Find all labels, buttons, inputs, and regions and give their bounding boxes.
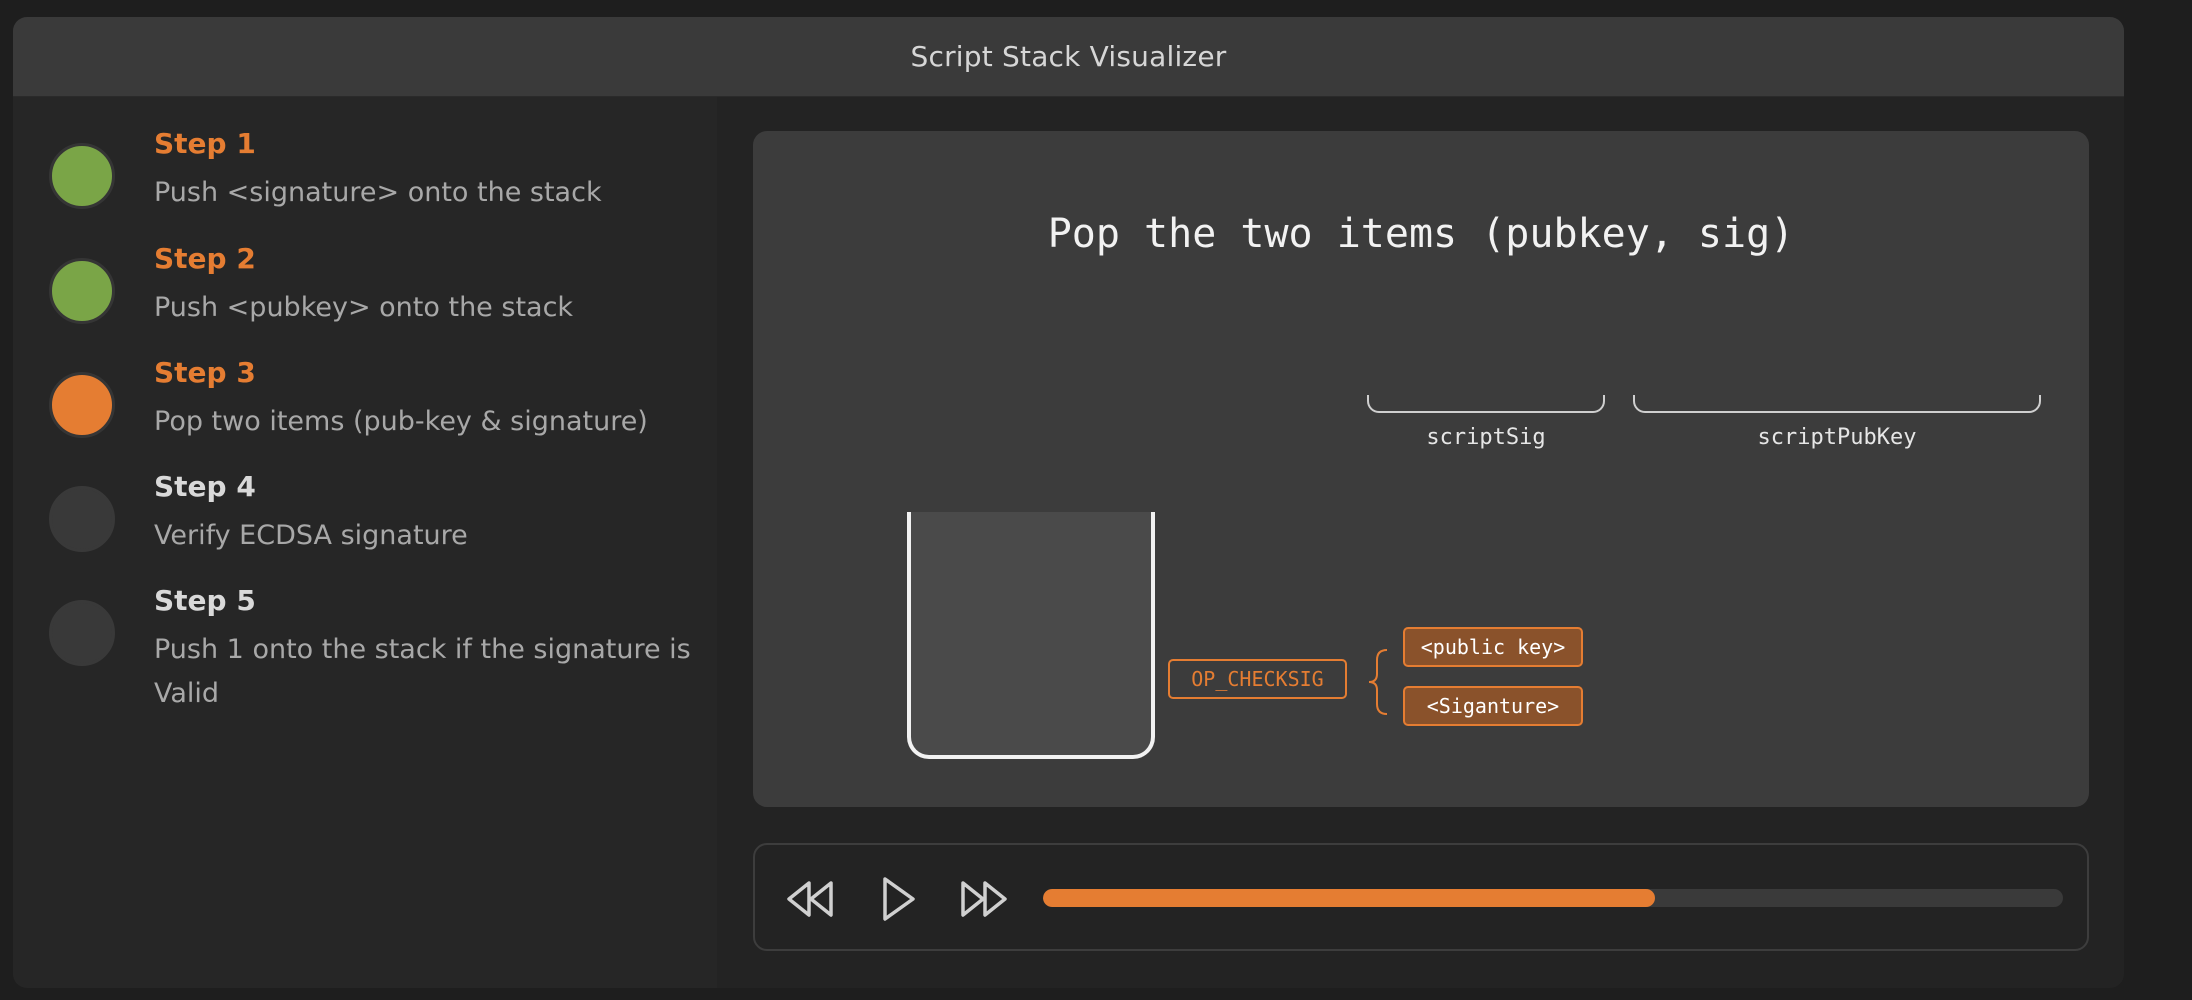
fast-forward-icon [961,881,1007,917]
script-pubkey-label: scriptPubKey [1757,425,1917,450]
step-status-indicator [49,600,115,666]
step-status-indicator [49,372,115,438]
step-name: Step 4 [154,470,256,503]
playback-controls [753,843,2089,951]
opcode-op-checksig: OP_CHECKSIG [1168,659,1347,699]
app-window: Script Stack Visualizer Step 1 Push <sig… [13,17,2124,988]
step-description: Push <pubkey> onto the stack [154,292,574,323]
visualization-stage: Pop the two items (pubkey, sig) scriptSi… [753,131,2089,807]
step-status-indicator [49,258,115,324]
progress-bar[interactable] [1043,889,2063,907]
script-sig-label: scriptSig [1426,425,1546,450]
script-sig-bracket [1367,395,1605,413]
step-status-indicator [49,143,115,209]
step-status-indicator [49,486,115,552]
step-name: Step 2 [154,242,256,275]
step-description: Push <signature> onto the stack [154,177,602,208]
step-name: Step 1 [154,127,256,160]
popped-item-signature: <Siganture> [1403,686,1583,726]
step-name: Step 3 [154,356,256,389]
step-name: Step 5 [154,584,256,617]
step-description: Push 1 onto the stack if the signature i… [154,634,691,709]
fast-forward-button[interactable] [957,871,1013,927]
stack-container [907,512,1155,759]
step-description: Verify ECDSA signature [154,520,468,551]
script-pubkey-bracket [1633,395,2041,413]
rewind-icon [787,881,833,917]
curly-brace-icon [1368,649,1388,715]
title-bar: Script Stack Visualizer [13,17,2124,97]
stage-caption: Pop the two items (pubkey, sig) [1047,211,1795,257]
popped-item-public-key: <public key> [1403,627,1583,667]
window-title: Script Stack Visualizer [910,40,1227,73]
step-description: Pop two items (pub-key & signature) [154,406,648,437]
progress-fill [1043,889,1655,907]
steps-sidebar: Step 1 Push <signature> onto the stack S… [13,97,717,988]
play-button[interactable] [869,871,925,927]
play-icon [883,877,915,921]
rewind-button[interactable] [781,871,837,927]
